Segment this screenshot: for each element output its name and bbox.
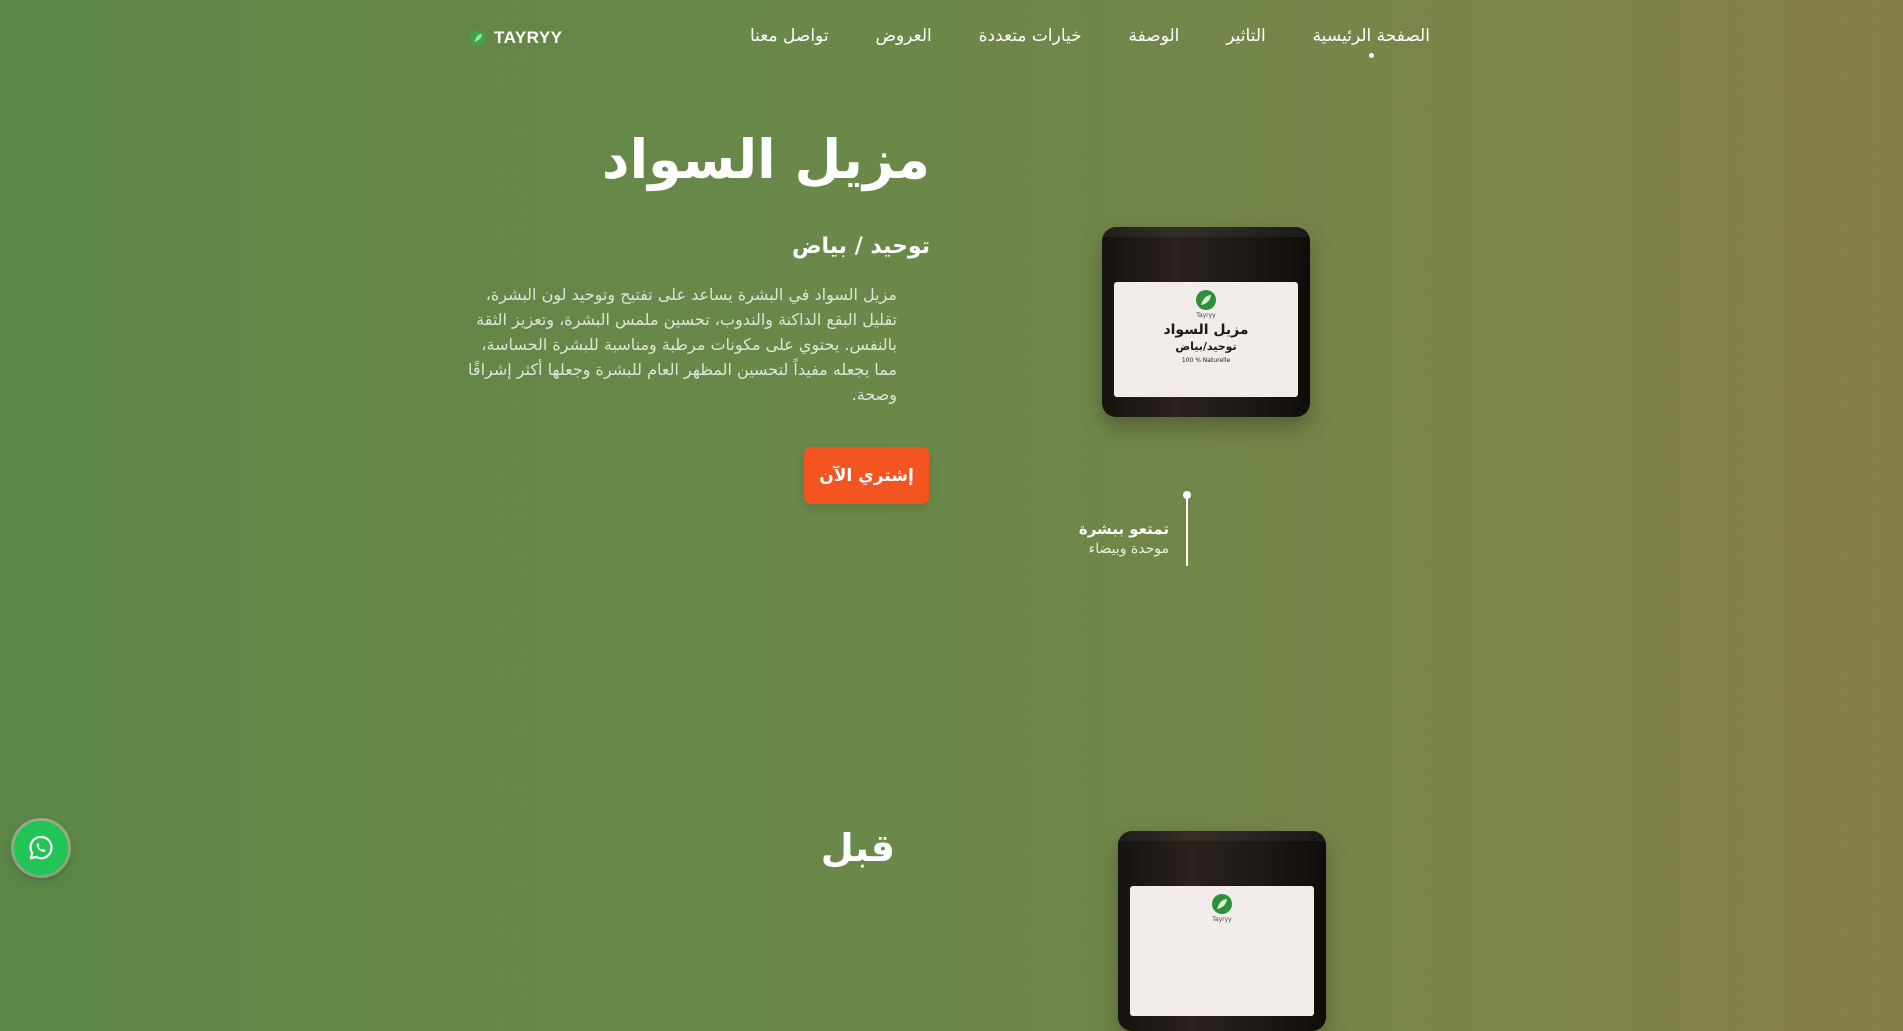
nav-item-home[interactable]: الصفحة الرئيسية	[1313, 22, 1430, 58]
product-label: Tayryy	[1130, 886, 1314, 1016]
hero-description: مزيل السواد في البشرة يساعد على تفتيح وت…	[468, 285, 897, 404]
label-brand: Tayryy	[1196, 312, 1216, 319]
feature-text: موحدة وبيضاء	[1088, 541, 1169, 557]
product-image: Tayryy مزيل السواد توحيد/بياض 100 % Natu…	[1102, 227, 1310, 417]
before-section-title: قبل	[820, 826, 895, 870]
nav-item-offers[interactable]: العروض	[875, 22, 931, 50]
main-nav: الصفحة الرئيسية التاثير الوصفة خيارات مت…	[750, 22, 1430, 58]
nav-item-options[interactable]: خيارات متعددة	[979, 22, 1082, 50]
before-product-image: Tayryy	[1118, 831, 1326, 1031]
brand-name: TAYRYY	[494, 28, 563, 47]
nav-item-effect[interactable]: التاثير	[1226, 22, 1265, 50]
hero-subtitle: توحيد / بياض	[791, 234, 930, 259]
nav-item-contact[interactable]: تواصل معنا	[750, 22, 829, 50]
whatsapp-icon	[29, 835, 53, 860]
jar-lid	[1118, 831, 1326, 841]
leaf-icon	[1196, 290, 1216, 310]
product-label: Tayryy مزيل السواد توحيد/بياض 100 % Natu…	[1114, 282, 1298, 397]
whatsapp-button[interactable]	[14, 821, 68, 875]
label-brand: Tayryy	[1212, 916, 1232, 923]
label-note: 100 % Naturelle	[1181, 357, 1231, 364]
hero-title: مزيل السواد	[601, 128, 930, 191]
nav-item-recipe[interactable]: الوصفة	[1129, 22, 1180, 50]
label-subtitle: توحيد/بياض	[1175, 340, 1237, 353]
buy-now-button[interactable]: إشتري الآن	[804, 447, 929, 504]
brand-logo[interactable]: TAYRYY	[470, 26, 563, 50]
leaf-icon	[470, 30, 486, 46]
leaf-icon	[1212, 894, 1232, 914]
jar-lid	[1102, 227, 1310, 237]
callout-line	[1186, 496, 1188, 566]
label-title: مزيل السواد	[1163, 322, 1249, 338]
feature-title: تمتعو ببشرة	[1078, 520, 1169, 538]
